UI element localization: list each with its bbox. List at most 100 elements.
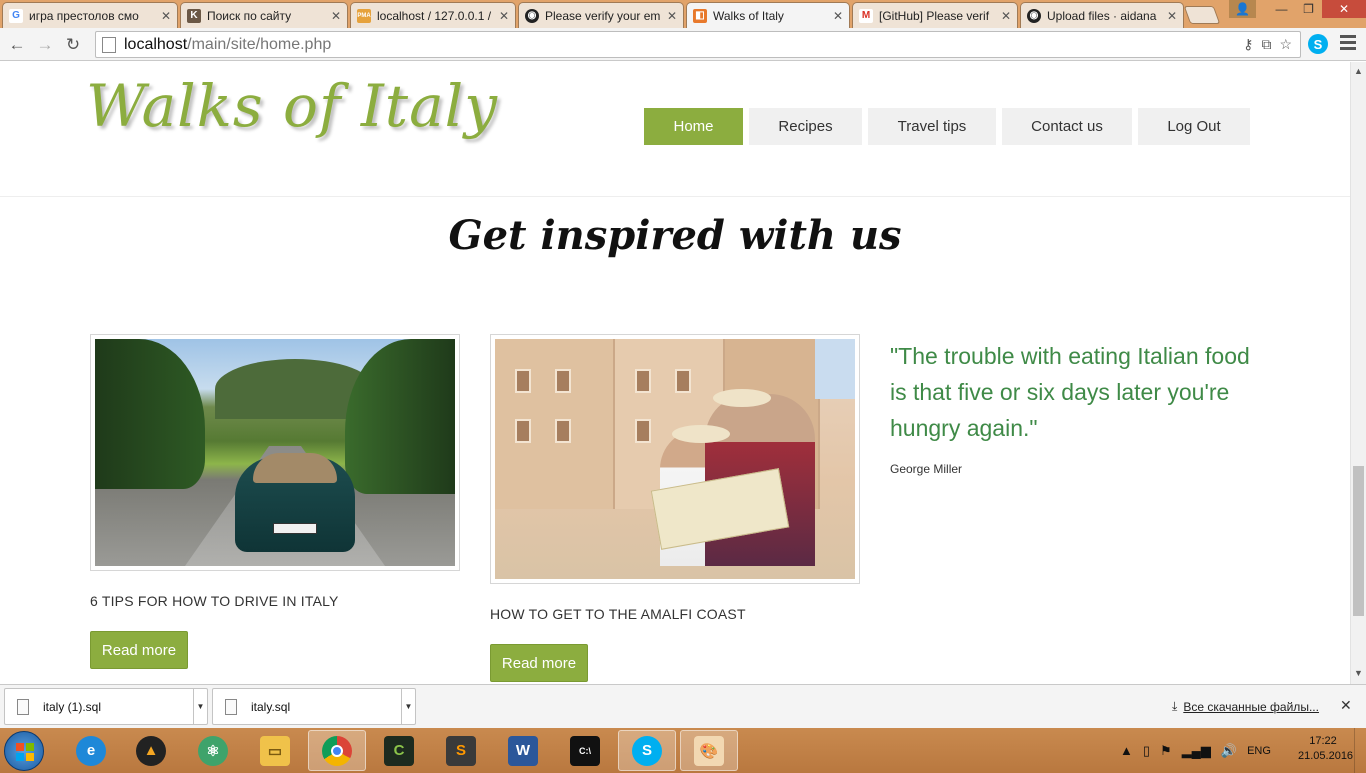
browser-tab-3[interactable]: PMA localhost / 127.0.0.1 / ✕ — [350, 2, 516, 28]
card-image-frame[interactable] — [90, 334, 460, 571]
windows-logo-icon — [16, 743, 34, 761]
file-icon — [17, 698, 29, 715]
page-viewport: Walks of Italy Home Recipes Travel tips … — [0, 62, 1350, 684]
card-title[interactable]: 6 TIPS FOR HOW TO DRIVE IN ITALY — [90, 593, 460, 609]
battery-icon[interactable]: ▯ — [1143, 743, 1150, 759]
page-icon — [102, 36, 116, 53]
volume-icon[interactable]: 🔊 — [1221, 743, 1237, 759]
word-icon[interactable]: W — [494, 730, 552, 771]
clock-time: 17:22 — [1309, 735, 1337, 747]
nav-recipes[interactable]: Recipes — [749, 108, 862, 145]
nav-home[interactable]: Home — [644, 108, 743, 145]
paint-icon[interactable]: 🎨 — [680, 730, 738, 771]
section-title: Get inspired with us — [448, 212, 902, 259]
close-icon[interactable]: ✕ — [1340, 697, 1352, 714]
show-desktop-button[interactable] — [1354, 728, 1366, 773]
browser-tab-2[interactable]: K Поиск по сайту ✕ — [180, 2, 348, 28]
cmd-icon[interactable]: C:\ — [556, 730, 614, 771]
site-logo[interactable]: Walks of Italy — [86, 72, 498, 140]
close-icon[interactable]: ✕ — [833, 9, 843, 23]
user-profile-icon[interactable]: 👤 — [1229, 0, 1256, 18]
browser-tab-5-active[interactable]: ◧ Walks of Italy ✕ — [686, 2, 850, 28]
scroll-up-icon[interactable]: ▲ — [1354, 66, 1363, 76]
reload-icon[interactable]: ↻ — [62, 34, 84, 56]
bookmark-star-icon[interactable]: ☆ — [1279, 36, 1292, 53]
close-icon[interactable]: ✕ — [499, 9, 509, 23]
close-window-button[interactable]: ✕ — [1322, 0, 1366, 18]
file-explorer-icon[interactable]: ▭ — [246, 730, 304, 771]
forward-arrow-icon[interactable]: → — [34, 34, 56, 56]
tab-title: Walks of Italy — [713, 8, 784, 23]
address-bar[interactable]: localhost/main/site/home.php ⚷ ⧉ ☆ — [95, 31, 1301, 58]
aimp-icon[interactable]: ▲ — [122, 730, 180, 771]
article-card-2: HOW TO GET TO THE AMALFI COAST Read more — [490, 334, 860, 682]
chevron-down-icon[interactable]: ▼ — [401, 689, 415, 724]
gmail-icon: M — [859, 8, 873, 23]
atom-icon[interactable]: ⚛ — [184, 730, 242, 771]
start-button[interactable] — [4, 731, 44, 771]
tab-title: localhost / 127.0.0.1 / — [377, 8, 492, 23]
sublime-text-icon[interactable]: S — [432, 730, 490, 771]
back-arrow-icon[interactable]: ← — [6, 34, 28, 56]
download-filename: italy (1).sql — [43, 699, 102, 714]
chevron-down-icon[interactable]: ▼ — [193, 689, 207, 724]
new-tab-button[interactable] — [1183, 6, 1221, 24]
minimize-button[interactable]: — — [1268, 0, 1295, 18]
skype-extension-icon[interactable]: S — [1308, 34, 1328, 54]
site-header: Walks of Italy Home Recipes Travel tips … — [0, 62, 1350, 197]
chevron-up-icon[interactable]: ▲ — [1120, 743, 1133, 758]
browser-tab-4[interactable]: ◉ Please verify your em ✕ — [518, 2, 684, 28]
url-text[interactable]: localhost/main/site/home.php — [124, 36, 331, 54]
browser-toolbar: ← → ↻ localhost/main/site/home.php ⚷ ⧉ ☆… — [0, 28, 1366, 61]
browser-tab-7[interactable]: ◉ Upload files · aidana ✕ — [1020, 2, 1184, 28]
card-image-frame[interactable] — [490, 334, 860, 584]
window-controls: 👤 — ❐ ✕ — [1229, 0, 1366, 20]
read-more-button[interactable]: Read more — [490, 644, 588, 682]
download-item-2[interactable]: italy.sql ▼ — [212, 688, 416, 725]
google-icon: G — [9, 8, 23, 23]
tab-title: Поиск по сайту — [207, 8, 292, 23]
close-icon[interactable]: ✕ — [1001, 9, 1011, 23]
key-icon[interactable]: ⚷ — [1243, 36, 1253, 53]
chrome-menu-icon[interactable] — [1340, 35, 1356, 50]
skype-icon[interactable]: S — [618, 730, 676, 771]
browser-tab-6[interactable]: M [GitHub] Please verif ✕ — [852, 2, 1018, 28]
eclipse-icon[interactable]: C — [370, 730, 428, 771]
scrollbar-thumb[interactable] — [1353, 466, 1364, 616]
tourists-with-map-image — [495, 339, 855, 579]
file-icon — [225, 698, 237, 715]
omnibox-icons: ⚷ ⧉ ☆ — [1243, 36, 1292, 53]
download-shelf: italy (1).sql ▼ italy.sql ▼ ⤓ Все скачан… — [0, 684, 1366, 728]
card-title[interactable]: HOW TO GET TO THE AMALFI COAST — [490, 606, 860, 622]
translate-icon[interactable]: ⧉ — [1261, 36, 1271, 53]
network-icon[interactable]: ▂▄▆ — [1182, 743, 1211, 759]
download-icon: ⤓ — [1172, 699, 1178, 713]
github-icon: ◉ — [1027, 8, 1041, 23]
flag-icon[interactable]: ⚑ — [1160, 743, 1172, 759]
chrome-icon[interactable] — [308, 730, 366, 771]
language-indicator[interactable]: ENG — [1247, 745, 1271, 757]
close-icon[interactable]: ✕ — [667, 9, 677, 23]
tab-title: [GitHub] Please verif — [879, 8, 990, 23]
browser-tab-1[interactable]: G игра престолов смо ✕ — [2, 2, 178, 28]
k-site-icon: K — [187, 8, 201, 23]
maximize-button[interactable]: ❐ — [1295, 0, 1322, 18]
internet-explorer-icon[interactable]: e — [62, 730, 120, 771]
windows-taskbar: e ▲ ⚛ ▭ C S W C:\ S 🎨 ▲ ▯ ⚑ ▂▄▆ 🔊 ENG 17… — [0, 728, 1366, 773]
article-card-1: 6 TIPS FOR HOW TO DRIVE IN ITALY Read mo… — [90, 334, 460, 669]
close-icon[interactable]: ✕ — [331, 9, 341, 23]
tab-title: игра престолов смо — [29, 8, 139, 23]
read-more-button[interactable]: Read more — [90, 631, 188, 669]
all-downloads-link[interactable]: ⤓ Все скачанные файлы... — [1172, 699, 1319, 714]
download-item-1[interactable]: italy (1).sql ▼ — [4, 688, 208, 725]
nav-travel-tips[interactable]: Travel tips — [868, 108, 996, 145]
clock-date: 21.05.2016 — [1298, 750, 1354, 762]
close-icon[interactable]: ✕ — [1167, 9, 1177, 23]
clock[interactable]: 17:22 21.05.2016 — [1298, 734, 1354, 764]
close-icon[interactable]: ✕ — [161, 9, 171, 23]
tab-title: Upload files · aidana — [1047, 8, 1157, 23]
nav-contact-us[interactable]: Contact us — [1002, 108, 1132, 145]
page-scrollbar[interactable]: ▲ ▼ — [1350, 62, 1366, 684]
nav-log-out[interactable]: Log Out — [1138, 108, 1250, 145]
scroll-down-icon[interactable]: ▼ — [1354, 668, 1363, 678]
